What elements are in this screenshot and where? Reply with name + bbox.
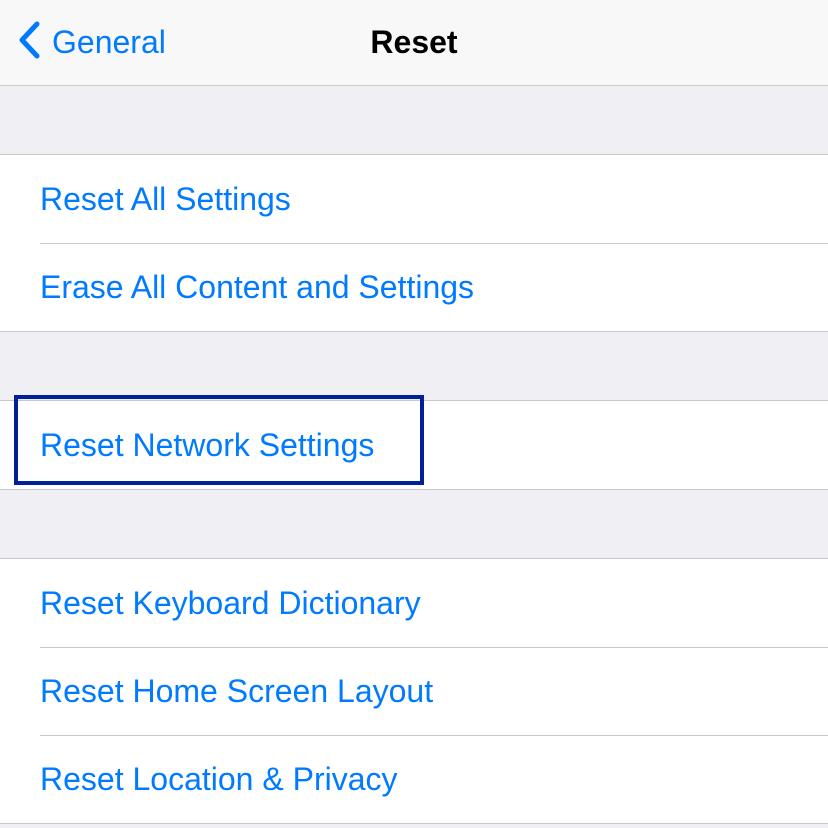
reset-keyboard-dictionary-row[interactable]: Reset Keyboard Dictionary: [0, 559, 828, 647]
section-spacer: [0, 332, 828, 400]
reset-home-screen-layout-row[interactable]: Reset Home Screen Layout: [0, 647, 828, 735]
row-label: Reset Location & Privacy: [40, 761, 398, 798]
settings-group-3: Reset Keyboard Dictionary Reset Home Scr…: [0, 558, 828, 824]
row-label: Reset Home Screen Layout: [40, 673, 433, 710]
row-label: Reset Keyboard Dictionary: [40, 585, 421, 622]
settings-group-2: Reset Network Settings: [0, 400, 828, 490]
page-title: Reset: [370, 24, 457, 61]
row-label: Reset Network Settings: [40, 427, 374, 464]
chevron-left-icon: [18, 21, 40, 67]
navbar: General Reset: [0, 0, 828, 86]
settings-group-1: Reset All Settings Erase All Content and…: [0, 154, 828, 332]
section-spacer: [0, 86, 828, 154]
back-button[interactable]: General: [0, 19, 166, 67]
reset-network-settings-row[interactable]: Reset Network Settings: [0, 401, 828, 489]
row-label: Erase All Content and Settings: [40, 269, 474, 306]
reset-all-settings-row[interactable]: Reset All Settings: [0, 155, 828, 243]
row-label: Reset All Settings: [40, 181, 291, 218]
back-label: General: [52, 24, 166, 61]
section-spacer: [0, 490, 828, 558]
reset-location-privacy-row[interactable]: Reset Location & Privacy: [0, 735, 828, 823]
erase-all-content-row[interactable]: Erase All Content and Settings: [0, 243, 828, 331]
